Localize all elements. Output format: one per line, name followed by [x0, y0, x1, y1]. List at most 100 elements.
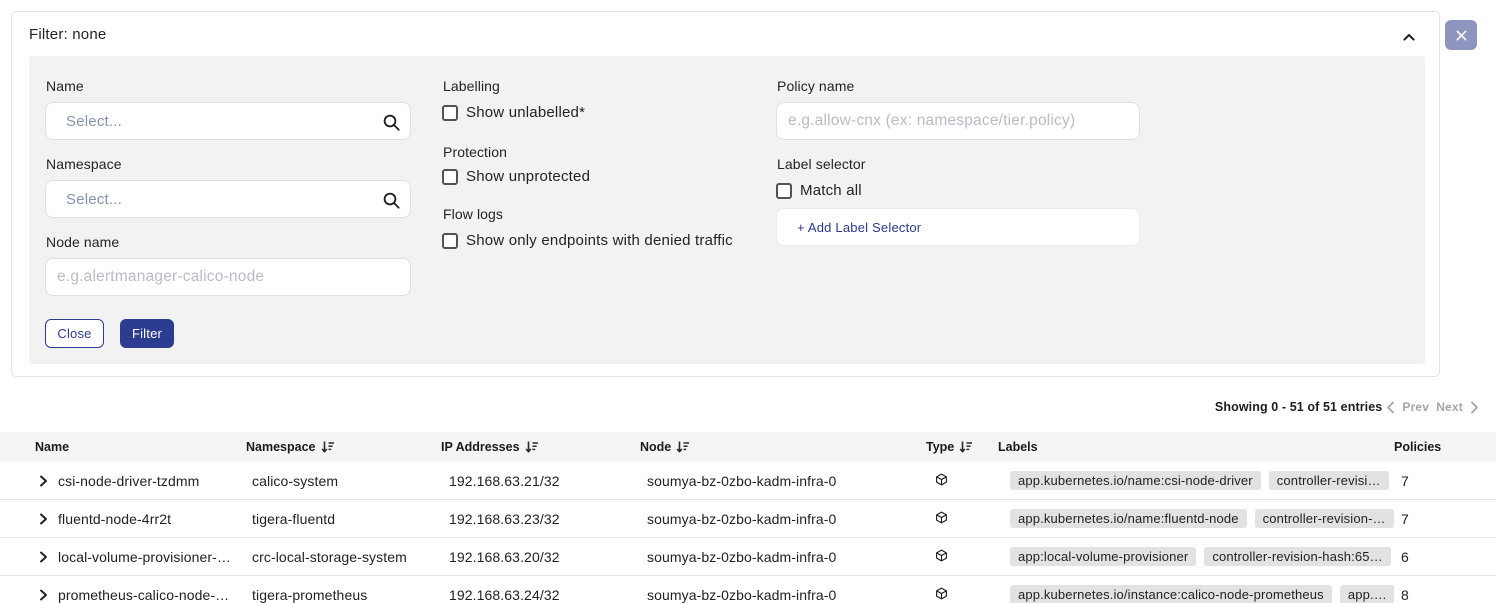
denied-traffic-label: Show only endpoints with denied traffic [466, 232, 733, 249]
table-row[interactable]: csi-node-driver-tzdmm calico-system 192.… [0, 462, 1496, 500]
column-header-label: Type [926, 440, 954, 454]
column-header-node[interactable]: Node [640, 440, 926, 454]
name-select[interactable]: Select... [45, 102, 411, 140]
match-all-row: Match all [776, 182, 862, 199]
namespace-select[interactable]: Select... [45, 180, 411, 218]
name-select-placeholder: Select... [46, 113, 122, 130]
show-unprotected-checkbox[interactable] [442, 169, 458, 185]
node-name-input[interactable]: e.g.alertmanager-calico-node [45, 258, 411, 296]
endpoint-namespace: tigera-prometheus [252, 587, 367, 603]
match-all-label: Match all [800, 182, 862, 199]
endpoint-policies-count: 6 [1401, 549, 1409, 565]
prev-button[interactable]: Prev [1402, 400, 1429, 414]
filter-form: Name Select... Namespace Select... [29, 56, 1425, 364]
add-label-selector-button[interactable]: + Add Label Selector [776, 208, 1140, 246]
label-chip: app.kubernetes.io/name:fluentd-node [1010, 509, 1247, 528]
table-header-row: Name Namespace IP Addresses Node Type La… [0, 432, 1496, 462]
match-all-checkbox[interactable] [776, 183, 792, 199]
expand-row-icon[interactable] [38, 475, 49, 487]
table-row[interactable]: prometheus-calico-node-… tigera-promethe… [0, 576, 1496, 603]
show-unlabelled-row: Show unlabelled* [442, 104, 585, 121]
denied-traffic-row: Show only endpoints with denied traffic [442, 232, 733, 249]
column-header-namespace[interactable]: Namespace [245, 440, 441, 454]
endpoint-policies-count: 7 [1401, 473, 1409, 489]
column-header-ip-addresses[interactable]: IP Addresses [441, 440, 640, 454]
flow-logs-label: Flow logs [443, 206, 503, 222]
policy-name-input[interactable]: e.g.allow-cnx (ex: namespace/tier.policy… [776, 102, 1140, 140]
column-header-label: IP Addresses [441, 440, 520, 454]
namespace-select-placeholder: Select... [46, 191, 122, 208]
pod-cube-icon [935, 549, 948, 562]
label-chip: app.kubernetes.io/name:csi-node-driver [1010, 471, 1261, 490]
sort-icon [525, 440, 539, 454]
endpoint-node: soumya-bz-0zbo-kadm-infra-0 [647, 511, 836, 527]
filter-column-2: Labelling Show unlabelled* Protection Sh… [442, 78, 782, 348]
sort-icon [676, 440, 690, 454]
pod-cube-icon [935, 587, 948, 600]
filter-column-3: Policy name e.g.allow-cnx (ex: namespace… [776, 78, 1140, 348]
policy-name-placeholder: e.g.allow-cnx (ex: namespace/tier.policy… [777, 112, 1075, 130]
pod-cube-icon [935, 473, 948, 486]
column-header-label: Namespace [246, 440, 316, 454]
prev-chevron-icon[interactable] [1386, 401, 1395, 414]
filter-panel-title: Filter: none [29, 26, 106, 44]
show-unlabelled-label: Show unlabelled* [466, 104, 585, 121]
x-icon [1456, 30, 1467, 41]
endpoint-name: local-volume-provisioner-… [58, 549, 231, 565]
endpoint-ip: 192.168.63.21/32 [449, 473, 560, 489]
search-icon [382, 191, 400, 209]
expand-row-icon[interactable] [38, 513, 49, 525]
filter-button[interactable]: Filter [120, 319, 174, 348]
name-label: Name [46, 78, 84, 94]
endpoint-policies-count: 8 [1401, 587, 1409, 603]
show-unlabelled-checkbox[interactable] [442, 105, 458, 121]
next-button[interactable]: Next [1436, 400, 1463, 414]
column-header-name[interactable]: Name [0, 440, 245, 454]
next-chevron-icon[interactable] [1470, 401, 1479, 414]
collapse-filter-button[interactable] [1399, 28, 1419, 48]
table-row[interactable]: local-volume-provisioner-… crc-local-sto… [0, 538, 1496, 576]
filter-column-1: Name Select... Namespace Select... [45, 78, 411, 348]
pagination-nav: Prev Next [1386, 400, 1479, 414]
endpoint-namespace: calico-system [252, 473, 338, 489]
label-chip: controller-revision-hash:65… [1204, 547, 1390, 566]
endpoint-ip: 192.168.63.23/32 [449, 511, 560, 527]
endpoint-namespace: crc-local-storage-system [252, 549, 407, 565]
denied-traffic-checkbox[interactable] [442, 233, 458, 249]
labelling-label: Labelling [443, 78, 500, 94]
endpoint-node: soumya-bz-0zbo-kadm-infra-0 [647, 473, 836, 489]
show-unprotected-label: Show unprotected [466, 168, 590, 185]
policy-name-label: Policy name [777, 78, 854, 94]
column-header-type[interactable]: Type [926, 440, 998, 454]
close-button[interactable]: Close [45, 319, 104, 348]
table-body: csi-node-driver-tzdmm calico-system 192.… [0, 462, 1496, 603]
close-panel-button[interactable] [1445, 20, 1477, 50]
search-icon [382, 113, 400, 131]
table-row[interactable]: fluentd-node-4rr2t tigera-fluentd 192.16… [0, 500, 1496, 538]
chevron-up-icon [1400, 28, 1418, 46]
endpoint-ip: 192.168.63.20/32 [449, 549, 560, 565]
endpoint-name: prometheus-calico-node-… [58, 587, 229, 603]
column-header-label: Name [35, 440, 69, 454]
label-selector-label: Label selector [777, 156, 866, 172]
column-header-label: Labels [998, 440, 1038, 454]
endpoint-namespace: tigera-fluentd [252, 511, 335, 527]
label-chip: controller-revision-… [1255, 509, 1394, 528]
endpoint-node: soumya-bz-0zbo-kadm-infra-0 [647, 587, 836, 603]
endpoint-node: soumya-bz-0zbo-kadm-infra-0 [647, 549, 836, 565]
expand-row-icon[interactable] [38, 551, 49, 563]
column-header-policies[interactable]: Policies [1394, 440, 1496, 454]
pagination-summary: Showing 0 - 51 of 51 entries [1215, 400, 1382, 414]
sort-icon [321, 440, 335, 454]
endpoint-ip: 192.168.63.24/32 [449, 587, 560, 603]
node-name-placeholder: e.g.alertmanager-calico-node [46, 268, 264, 286]
endpoint-policies-count: 7 [1401, 511, 1409, 527]
column-header-label: Policies [1394, 440, 1441, 454]
label-chip: app.kubernetes.io/instance:calico-node-p… [1010, 585, 1332, 603]
node-name-label: Node name [46, 234, 119, 250]
expand-row-icon[interactable] [38, 589, 49, 601]
column-header-labels[interactable]: Labels [998, 440, 1394, 454]
namespace-label: Namespace [46, 156, 122, 172]
pod-cube-icon [935, 511, 948, 524]
protection-label: Protection [443, 144, 507, 160]
